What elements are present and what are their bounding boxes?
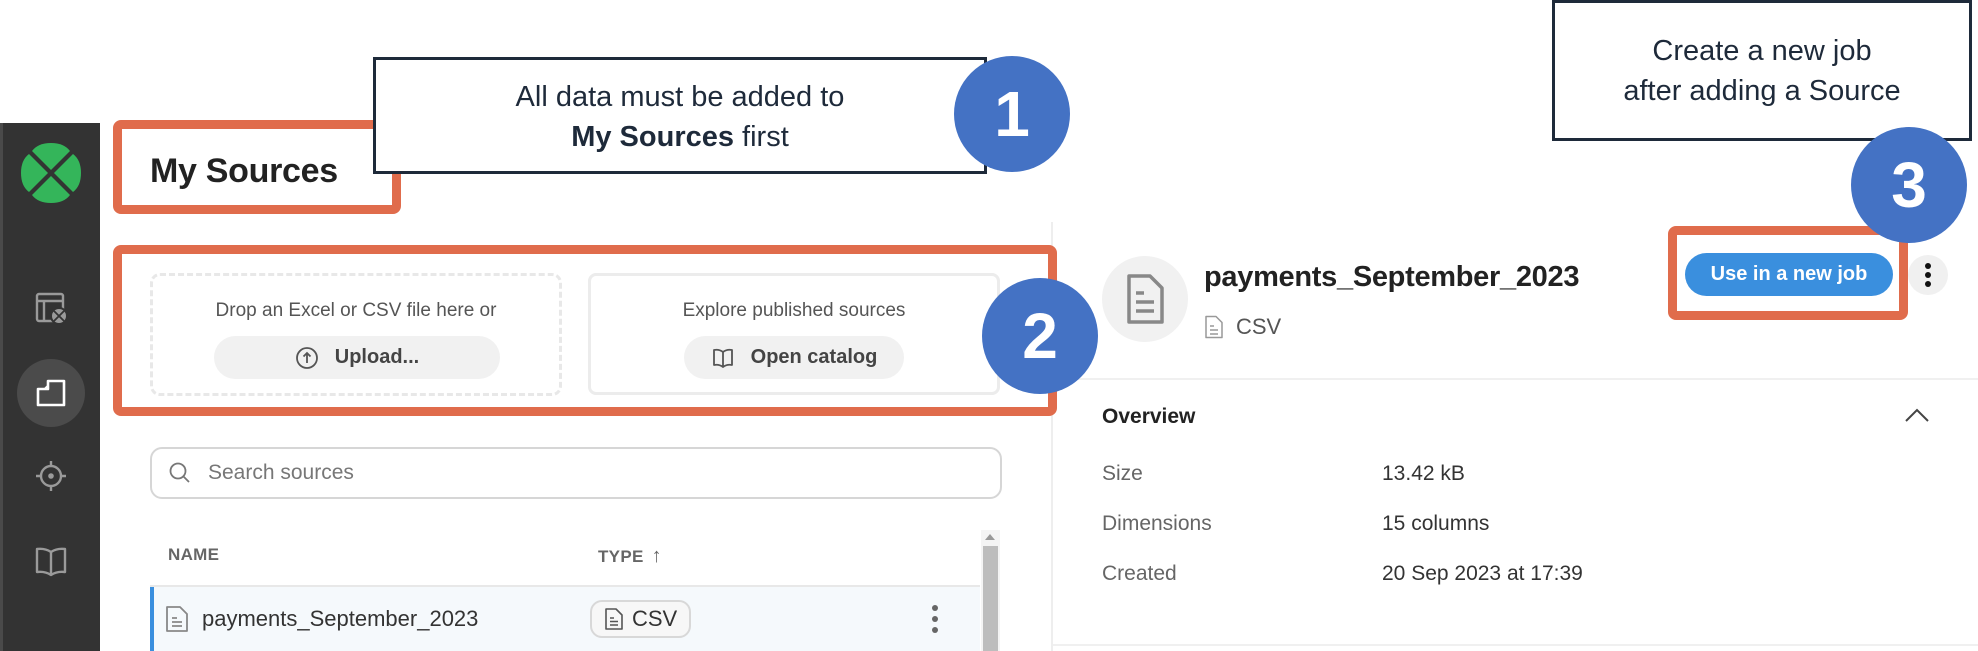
book-icon [712, 348, 733, 368]
book-icon [35, 547, 67, 577]
source-avatar [1102, 256, 1188, 342]
type-badge: CSV [590, 600, 692, 638]
table-jobs-icon [35, 292, 68, 325]
detail-more-menu-button[interactable] [1908, 255, 1948, 295]
detail-header-divider [1053, 378, 1978, 380]
file-icon [166, 606, 188, 632]
property-value-created: 20 Sep 2023 at 17:39 [1382, 562, 1583, 585]
sidebar-edge [0, 123, 3, 651]
search-icon [169, 462, 190, 483]
dropzone-text: Drop an Excel or CSV file here or [215, 300, 497, 321]
kebab-dot [1925, 263, 1931, 269]
upload-button-label: Upload... [334, 346, 420, 368]
step-badge-1: 1 [954, 56, 1070, 172]
sources-table: NAME TYPE ↑ payments_September_2023 CSV [150, 527, 980, 651]
property-label-created: Created [1102, 562, 1177, 585]
sidebar-item-jobs[interactable] [17, 274, 85, 342]
source-type-label: CSV [1236, 314, 1282, 339]
column-header-name[interactable]: NAME [168, 545, 219, 565]
column-header-type[interactable]: TYPE ↑ [598, 545, 662, 568]
search-input[interactable] [208, 461, 968, 485]
type-badge-label: CSV [632, 606, 678, 631]
scroll-thumb[interactable] [983, 546, 998, 651]
overview-heading[interactable]: Overview [1102, 405, 1195, 429]
source-type: CSV [1204, 314, 1281, 340]
callout-3-line2: after adding a Source [1623, 75, 1901, 107]
property-label-size: Size [1102, 462, 1143, 485]
file-icon [1127, 274, 1164, 324]
upload-icon [295, 346, 318, 369]
sort-ascending-icon: ↑ [651, 545, 662, 567]
file-icon [605, 608, 623, 630]
catalog-text: Explore published sources [682, 300, 906, 321]
callout-1-bold: My Sources [571, 121, 734, 153]
search-field[interactable] [150, 447, 1002, 499]
callout-step-3: Create a new job after adding a Source [1552, 0, 1972, 141]
property-value-dimensions: 15 columns [1382, 512, 1490, 535]
scroll-up-arrow-icon[interactable] [985, 534, 995, 540]
sidebar-item-targets[interactable] [17, 442, 85, 510]
kebab-dot [932, 615, 938, 622]
row-more-menu-button[interactable] [927, 603, 943, 635]
step-badge-3: 3 [1851, 127, 1967, 243]
callout-1-line2: My Sources first [376, 117, 984, 157]
detail-section-divider [1053, 644, 1978, 646]
upload-button[interactable]: Upload... [214, 336, 500, 379]
table-row[interactable]: payments_September_2023 CSV [150, 587, 980, 651]
source-title: payments_September_2023 [1204, 261, 1580, 293]
kebab-dot [1925, 281, 1931, 287]
kebab-dot [1925, 272, 1931, 278]
property-value-size: 13.42 kB [1382, 462, 1465, 485]
sidebar-item-sources[interactable] [17, 359, 85, 427]
kebab-dot [932, 605, 938, 612]
file-icon [1205, 315, 1223, 339]
callout-1-line1: All data must be added to [515, 81, 845, 113]
callout-3-line1: Create a new job [1652, 35, 1872, 67]
target-icon [36, 461, 66, 491]
open-catalog-label: Open catalog [750, 346, 878, 368]
callout-1-rest: first [734, 121, 789, 153]
file-dropzone[interactable]: Drop an Excel or CSV file here or Upload… [150, 273, 562, 396]
clover-logo-icon[interactable] [18, 140, 84, 206]
catalog-card: Explore published sources Open catalog [588, 273, 1000, 395]
column-header-type-label: TYPE [598, 546, 644, 566]
step-badge-2: 2 [982, 278, 1098, 394]
open-catalog-button[interactable]: Open catalog [684, 336, 904, 379]
page-title: My Sources [150, 152, 338, 190]
row-name: payments_September_2023 [202, 606, 479, 631]
use-in-new-job-button[interactable]: Use in a new job [1685, 253, 1893, 296]
callout-step-1: All data must be added to My Sources fir… [373, 57, 987, 174]
kebab-dot [932, 626, 938, 633]
sidebar-item-catalog[interactable] [17, 527, 85, 595]
chevron-up-icon[interactable] [1902, 405, 1932, 427]
table-scrollbar[interactable] [981, 530, 1000, 651]
property-label-dimensions: Dimensions [1102, 512, 1212, 535]
folder-icon [36, 379, 66, 407]
sidebar [0, 123, 100, 651]
